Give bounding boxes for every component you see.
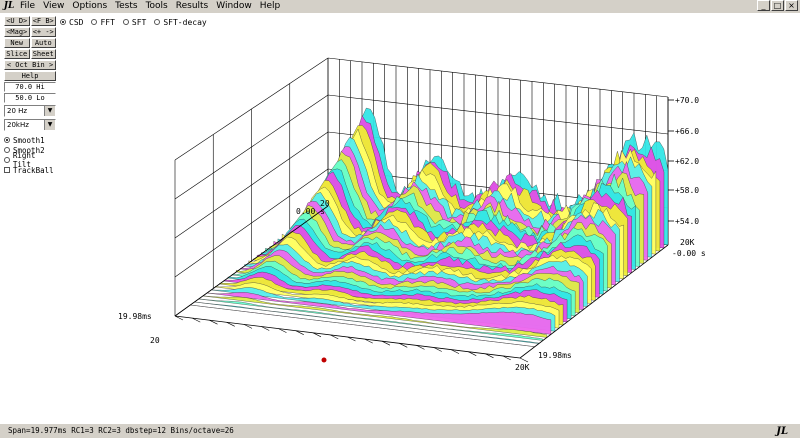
up-down-button[interactable]: <U D> (4, 16, 30, 26)
radio-button[interactable] (122, 19, 129, 25)
mode-sft[interactable]: SFT (122, 17, 147, 27)
control-panel: <U D> <F B> <Mag> <+ -> New Auto Slice Sheet < … (4, 16, 56, 175)
oct-bin-button[interactable]: < Oct Bin > (4, 60, 56, 70)
option-label: Smooth1 (13, 135, 45, 145)
auto-button[interactable]: Auto (30, 38, 56, 48)
menu-view[interactable]: View (39, 0, 68, 12)
menu-options[interactable]: Options (68, 0, 111, 12)
radio-button[interactable] (4, 137, 10, 143)
chevron-down-icon[interactable]: ▼ (44, 106, 55, 116)
menu-file[interactable]: File (16, 0, 39, 12)
mode-csd[interactable]: CSD (60, 17, 83, 27)
smoothing-options: Smooth1 Smooth2 Right Tilt TrackBall (4, 135, 56, 175)
help-button[interactable]: Help (4, 71, 56, 81)
option-right-tilt[interactable]: Right Tilt (4, 151, 56, 169)
freq-label-back-left: 20 (320, 199, 330, 208)
z-tick-label: +58.0 (675, 186, 699, 195)
button-row: New Auto (4, 38, 56, 48)
status-text: Span=19.977ms RC1=3 RC2=3 dbstep=12 Bins… (8, 426, 234, 435)
z-tick-label: +70.0 (675, 96, 699, 105)
lo-value-field[interactable]: 50.0 Lo (4, 93, 56, 103)
app-logo-icon[interactable]: JL (2, 1, 16, 12)
menu-tests[interactable]: Tests (111, 0, 141, 12)
menu-items: File View Options Tests Tools Results Window He… (16, 0, 284, 12)
status-bar: Span=19.977ms RC1=3 RC2=3 dbstep=12 Bins… (0, 424, 800, 437)
nav-buttons: <U D> <F B> <Mag> <+ -> New Auto Slice Sheet (4, 16, 56, 59)
menu-help[interactable]: Help (256, 0, 285, 12)
analysis-mode-group: CSD FFT SFT SFT-decay (60, 17, 207, 27)
checkbox[interactable] (4, 167, 10, 173)
floor-tick (519, 357, 529, 363)
time-label-right: -0.00 s (672, 249, 706, 258)
freq-label-back-right: 20K (680, 238, 695, 247)
window-controls: _ □ × (757, 0, 798, 11)
csd-waterfall-plot[interactable]: +70.0+66.0+62.0+58.0+54.00.00 s2020K-0.0… (0, 13, 800, 424)
low-freq-select[interactable]: 20 Hz ▼ (4, 105, 56, 117)
close-icon[interactable]: × (785, 0, 798, 11)
radio-button[interactable] (4, 147, 10, 153)
mode-fft[interactable]: FFT (91, 17, 115, 27)
time-label-front-left: 19.98ms (118, 312, 152, 321)
freq-label-front-left: 20 (150, 336, 160, 345)
high-freq-select[interactable]: 20kHz ▼ (4, 119, 56, 131)
freq-label-front-right: 20K (515, 363, 530, 372)
menu-tools[interactable]: Tools (142, 0, 172, 12)
zoom-button[interactable]: <+ -> (30, 27, 56, 37)
menu-bar: JL File View Options Tests Tools Results Windo… (0, 0, 800, 12)
mode-label: SFT (131, 17, 147, 27)
radio-button[interactable] (91, 19, 98, 25)
cursor-marker[interactable] (321, 357, 327, 363)
mag-button[interactable]: <Mag> (4, 27, 30, 37)
front-back-button[interactable]: <F B> (30, 16, 56, 26)
mode-sft-decay[interactable]: SFT-decay (154, 17, 207, 27)
hi-value-field[interactable]: 70.0 Hi (4, 82, 56, 92)
menu-window[interactable]: Window (212, 0, 256, 12)
radio-button[interactable] (154, 19, 161, 25)
chevron-down-icon[interactable]: ▼ (44, 120, 55, 130)
button-row: <U D> <F B> (4, 16, 56, 26)
option-trackball[interactable]: TrackBall (4, 165, 56, 175)
maximize-icon[interactable]: □ (771, 0, 784, 11)
status-logo-icon: JL (776, 426, 788, 437)
radio-button[interactable] (4, 157, 10, 163)
menu-results[interactable]: Results (172, 0, 213, 12)
mode-label: SFT-decay (163, 17, 207, 27)
sheet-button[interactable]: Sheet (30, 49, 56, 59)
z-tick-label: +62.0 (675, 157, 699, 166)
time-label-back: 0.00 s (296, 207, 325, 216)
z-tick-label: +66.0 (675, 127, 699, 136)
time-label-front-right: 19.98ms (538, 351, 572, 360)
mode-label: FFT (100, 17, 115, 27)
high-freq-value: 20kHz (7, 121, 29, 129)
option-smooth1[interactable]: Smooth1 (4, 135, 56, 145)
mode-label: CSD (69, 17, 84, 27)
option-label: TrackBall (13, 165, 54, 175)
minimize-icon[interactable]: _ (757, 0, 770, 11)
new-button[interactable]: New (4, 38, 30, 48)
radio-button[interactable] (60, 19, 66, 25)
low-freq-value: 20 Hz (7, 107, 28, 115)
slice-button[interactable]: Slice (4, 49, 30, 59)
button-row: <Mag> <+ -> (4, 27, 56, 37)
button-row: Slice Sheet (4, 49, 56, 59)
z-tick-label: +54.0 (675, 217, 699, 226)
